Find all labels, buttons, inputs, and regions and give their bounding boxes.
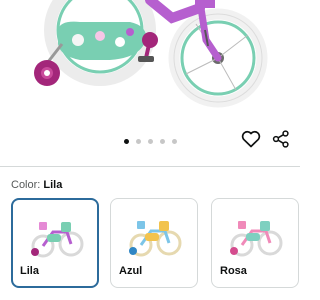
product-hero-image[interactable] xyxy=(0,0,300,122)
color-selector-heading: Color: Lila xyxy=(11,178,62,192)
color-swatch-list: Lila Azul Rosa xyxy=(11,198,301,290)
kids-bike-illustration xyxy=(34,0,268,108)
carousel-dot[interactable] xyxy=(123,138,129,144)
swatch-label: Rosa xyxy=(220,265,247,277)
carousel-dot[interactable] xyxy=(147,138,153,144)
selected-color-value: Lila xyxy=(43,179,63,191)
bike-thumbnail-azul xyxy=(129,221,182,257)
color-swatch-rosa[interactable]: Rosa xyxy=(211,198,299,288)
section-divider xyxy=(0,166,300,167)
bike-thumbnail-lila xyxy=(31,222,84,258)
bike-thumbnail-rosa xyxy=(230,221,283,257)
color-label: Color: xyxy=(11,179,41,191)
swatch-label: Lila xyxy=(20,265,39,277)
color-swatch-lila[interactable]: Lila xyxy=(11,198,99,288)
carousel-dot[interactable] xyxy=(171,138,177,144)
swatch-label: Azul xyxy=(119,265,143,277)
share-icon[interactable] xyxy=(270,128,292,150)
heart-outline-icon[interactable] xyxy=(240,128,262,150)
carousel-dot[interactable] xyxy=(135,138,141,144)
color-swatch-azul[interactable]: Azul xyxy=(110,198,198,288)
carousel-dot[interactable] xyxy=(159,138,165,144)
